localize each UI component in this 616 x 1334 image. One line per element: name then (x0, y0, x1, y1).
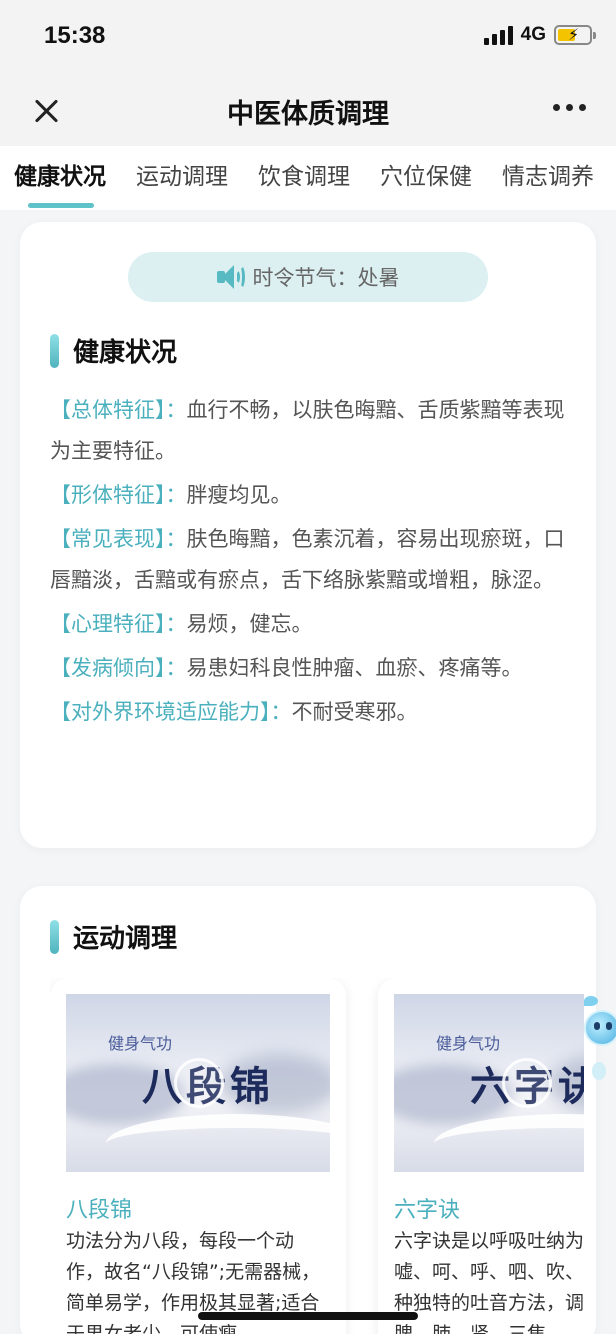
assistant-robot-icon[interactable] (578, 992, 616, 1088)
exercise-card: 运动调理 健身气功 八段锦 八段锦 功法分为八段，每段一个动作，故名“八段锦”;… (20, 886, 596, 1334)
tab-acupoint[interactable]: 穴位保健 (365, 146, 487, 210)
page-title: 中医体质调理 (227, 99, 389, 130)
exercise-carousel[interactable]: 健身气功 八段锦 八段锦 功法分为八段，每段一个动作，故名“八段锦”;无需器械，… (50, 978, 584, 1334)
tab-emotion[interactable]: 情志调养 (487, 146, 609, 210)
exercise-thumbnail[interactable]: 健身气功 八段锦 (66, 994, 330, 1172)
health-list: 【总体特征】：血行不畅，以肤色晦黯、舌质紫黯等表现为主要特征。 【形体特征】：胖… (50, 390, 570, 736)
status-time: 15:38 (44, 22, 106, 49)
health-item-overall: 【总体特征】：血行不畅，以肤色晦黯、舌质紫黯等表现为主要特征。 (50, 398, 565, 463)
solar-term-button[interactable]: 时令节气：处暑 (128, 252, 488, 302)
tab-bar: 健康状况 运动调理 饮食调理 穴位保健 情志调养 (0, 146, 616, 210)
speaker-icon (216, 264, 245, 290)
signal-icon (483, 25, 513, 45)
exercise-name: 六字诀 (394, 1198, 461, 1223)
solar-term-label: 时令节气：处暑 (252, 266, 400, 290)
network-type: 4G (520, 24, 546, 45)
health-item-symptoms: 【常见表现】：肤色晦黯，色素沉着，容易出现瘀斑，口唇黯淡，舌黯或有瘀点，舌下络脉… (50, 527, 565, 592)
status-icons: 4G ⚡ (483, 24, 596, 46)
health-item-psychology: 【心理特征】：易烦，健忘。 (50, 612, 313, 636)
tab-diet[interactable]: 饮食调理 (243, 146, 365, 210)
section-title: 运动调理 (73, 924, 178, 954)
play-icon[interactable] (502, 1058, 552, 1108)
exercise-thumbnail[interactable]: 健身气功 六字诀 (394, 994, 584, 1172)
exercise-item-liuzijue[interactable]: 健身气功 六字诀 六字诀 六字诀是以呼吸吐纳为主，合嘘、呵、呼、呬、吹、嘻，一种… (378, 978, 584, 1334)
exercise-name: 八段锦 (66, 1198, 133, 1223)
health-card: 时令节气：处暑 健康状况 【总体特征】：血行不畅，以肤色晦黯、舌质紫黯等表现为主… (20, 222, 596, 848)
exercise-item-baduanjin[interactable]: 健身气功 八段锦 八段锦 功法分为八段，每段一个动作，故名“八段锦”;无需器械，… (50, 978, 346, 1334)
exercise-desc: 六字诀是以呼吸吐纳为主，合嘘、呵、呼、呬、吹、嘻，一种独特的吐音方法，调节心、脾… (394, 1230, 584, 1334)
health-item-body: 【形体特征】：胖瘦均见。 (50, 483, 292, 507)
section-title: 健康状况 (73, 338, 178, 368)
exercise-section-header: 运动调理 (50, 918, 177, 955)
health-section-header: 健康状况 (50, 332, 177, 369)
status-bar: 15:38 4G ⚡ (0, 0, 616, 74)
health-item-adaptability: 【对外界环境适应能力】：不耐受寒邪。 (50, 700, 418, 724)
tab-exercise[interactable]: 运动调理 (121, 146, 243, 210)
play-icon[interactable] (174, 1058, 224, 1108)
thumbnail-subtitle: 健身气功 (436, 1034, 501, 1053)
section-accent-bar (50, 333, 59, 368)
battery-icon: ⚡ (554, 25, 596, 45)
tab-health[interactable]: 健康状况 (0, 146, 121, 210)
nav-bar: 中医体质调理 (0, 74, 616, 146)
thumbnail-subtitle: 健身气功 (108, 1034, 173, 1053)
section-accent-bar (50, 919, 59, 954)
more-icon[interactable] (553, 104, 586, 111)
health-item-disease: 【发病倾向】：易患妇科良性肿瘤、血瘀、疼痛等。 (50, 656, 523, 680)
home-indicator (198, 1312, 418, 1320)
